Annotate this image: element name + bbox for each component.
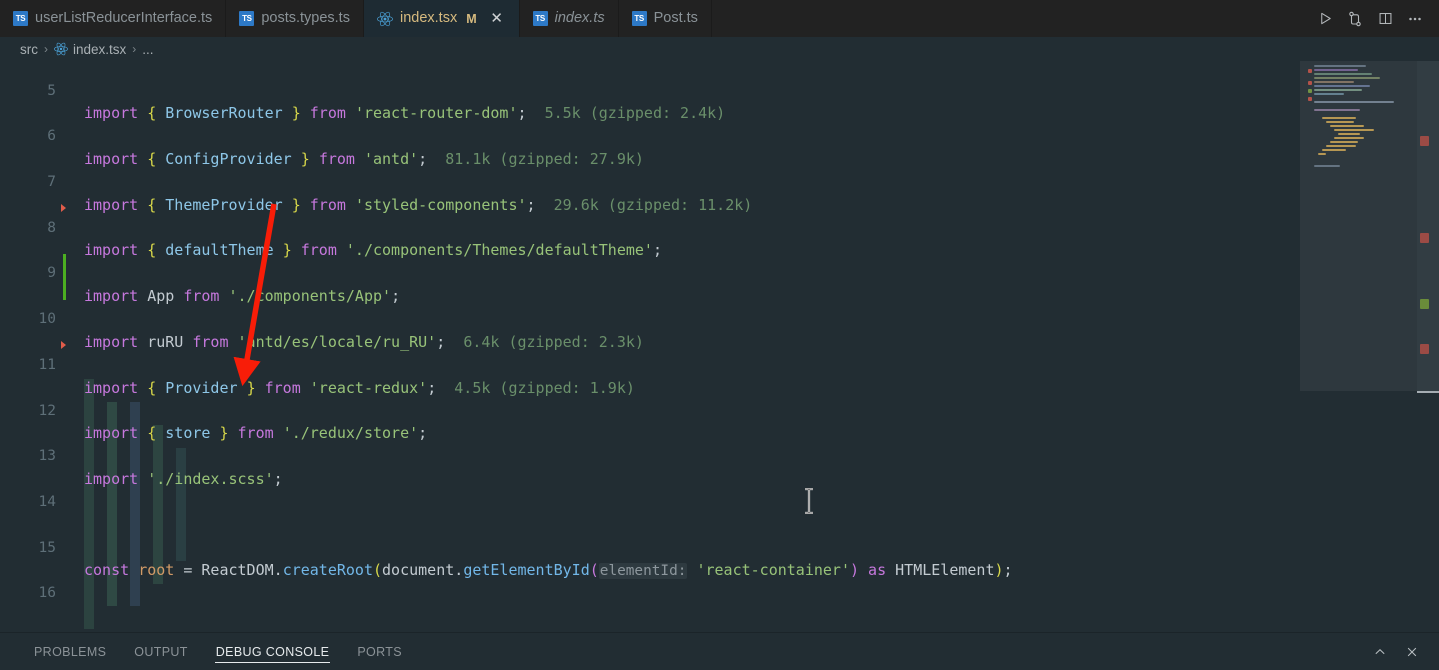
vscode-window: TS userListReducerInterface.ts TS posts.… — [0, 0, 1439, 670]
overview-cursor-marker — [1417, 391, 1439, 393]
react-file-icon — [376, 11, 393, 26]
tab-modified-badge: M — [466, 11, 477, 26]
panel-actions — [1367, 639, 1439, 665]
breadcrumb-file-label: index.tsx — [73, 41, 127, 57]
more-actions-icon[interactable] — [1401, 5, 1429, 33]
mouse-cursor-ibeam — [803, 487, 815, 515]
typescript-file-icon: TS — [532, 11, 548, 26]
code-line[interactable]: 16 — [0, 560, 1300, 601]
minimap[interactable] — [1300, 61, 1417, 632]
tab-label: Post.ts — [653, 10, 698, 27]
code-line[interactable]: 9 import App from './components/App'; — [0, 240, 1300, 305]
line-number: 13 — [38, 448, 56, 465]
code-line[interactable]: 6 import { ConfigProvider } from 'antd';… — [0, 103, 1300, 168]
code-line[interactable]: 13 import './index.scss'; — [0, 423, 1300, 488]
breadcrumb: src › index.tsx › ... — [0, 37, 1439, 61]
code-line[interactable]: 5 import { BrowserRouter } from 'react-r… — [0, 61, 1300, 123]
tab-label: userListReducerInterface.ts — [35, 10, 213, 27]
react-file-icon — [54, 42, 68, 56]
code-line[interactable]: 14 — [0, 468, 1300, 510]
tab-posts-types-ts[interactable]: TS posts.types.ts — [226, 0, 364, 37]
editor-scrollbar[interactable] — [1417, 61, 1439, 632]
line-number: 6 — [47, 128, 56, 145]
line-number: 10 — [38, 311, 56, 328]
line-number: 11 — [38, 356, 56, 373]
tab-bar-filler — [711, 0, 1307, 37]
typescript-file-icon: TS — [13, 11, 28, 26]
code-line[interactable]: 12 import { store } from './redux/store'… — [0, 377, 1300, 443]
line-number: 16 — [38, 585, 56, 602]
code-line[interactable]: 15 const root = ReactDOM.createRoot(docu… — [0, 514, 1300, 580]
tab-label: posts.types.ts — [261, 10, 350, 27]
panel-tab-debug-console[interactable]: DEBUG CONSOLE — [202, 633, 344, 670]
breadcrumb-item-src[interactable]: src — [20, 42, 38, 57]
breadcrumb-item-file[interactable]: index.tsx — [54, 42, 126, 57]
tab-index-ts[interactable]: TS index.ts — [519, 0, 619, 37]
code-line[interactable]: 11 import { Provider } from 'react-redux… — [0, 331, 1300, 397]
overview-marker-error — [1420, 233, 1429, 243]
line-number: 5 — [47, 82, 56, 99]
minimap-slider[interactable] — [1300, 61, 1417, 391]
bottom-panel: PROBLEMS OUTPUT DEBUG CONSOLE PORTS — [0, 632, 1439, 670]
close-panel-icon[interactable] — [1399, 639, 1425, 665]
maximize-panel-icon[interactable] — [1367, 639, 1393, 665]
tab-close-icon[interactable]: ✕ — [488, 10, 506, 28]
overview-marker-error — [1420, 136, 1429, 146]
typescript-file-icon: TS — [239, 11, 255, 26]
breadcrumb-separator-icon: › — [132, 42, 137, 56]
typescript-file-icon: TS — [631, 11, 647, 26]
code-line[interactable]: 17 const render = (Component: FC) => — [0, 605, 1300, 632]
split-editor-right-icon[interactable] — [1371, 5, 1399, 33]
scrollbar-slider[interactable] — [1417, 61, 1439, 391]
code-line[interactable]: 7 import { ThemeProvider } from 'styled-… — [0, 148, 1300, 214]
panel-tabs: PROBLEMS OUTPUT DEBUG CONSOLE PORTS — [0, 633, 416, 670]
tab-Post-ts[interactable]: TS Post.ts — [618, 0, 712, 37]
code-line[interactable]: 10 import ruRU from 'antd/es/locale/ru_R… — [0, 285, 1300, 351]
line-number: 9 — [47, 265, 56, 282]
overview-marker-error — [1420, 344, 1429, 354]
code-editor[interactable]: 5 import { BrowserRouter } from 'react-r… — [0, 61, 1439, 632]
breadcrumb-item-symbol[interactable]: ... — [142, 42, 153, 57]
line-number: 8 — [47, 219, 56, 236]
line-number: 14 — [38, 493, 56, 510]
editor-tab-bar: TS userListReducerInterface.ts TS posts.… — [0, 0, 1439, 37]
editor-actions — [1307, 0, 1439, 37]
panel-tab-problems[interactable]: PROBLEMS — [20, 633, 120, 670]
line-number: 12 — [38, 402, 56, 419]
tab-label: index.ts — [554, 10, 605, 27]
breadcrumb-separator-icon: › — [44, 42, 48, 56]
run-and-debug-split-icon[interactable] — [1341, 5, 1369, 33]
code-lines[interactable]: 5 import { BrowserRouter } from 'react-r… — [0, 61, 1300, 632]
run-button[interactable] — [1311, 5, 1339, 33]
panel-tab-ports[interactable]: PORTS — [343, 633, 416, 670]
overview-marker-added — [1420, 299, 1429, 309]
panel-tab-output[interactable]: OUTPUT — [120, 633, 202, 670]
tab-label: index.tsx — [399, 10, 458, 27]
line-number: 7 — [47, 174, 56, 191]
line-number: 15 — [38, 539, 56, 556]
code-line[interactable]: 8 import { defaultTheme } from './compon… — [0, 194, 1300, 260]
tab-index-tsx[interactable]: index.tsx M ✕ — [363, 0, 520, 37]
tab-userListReducerInterface-ts[interactable]: TS userListReducerInterface.ts — [0, 0, 227, 37]
